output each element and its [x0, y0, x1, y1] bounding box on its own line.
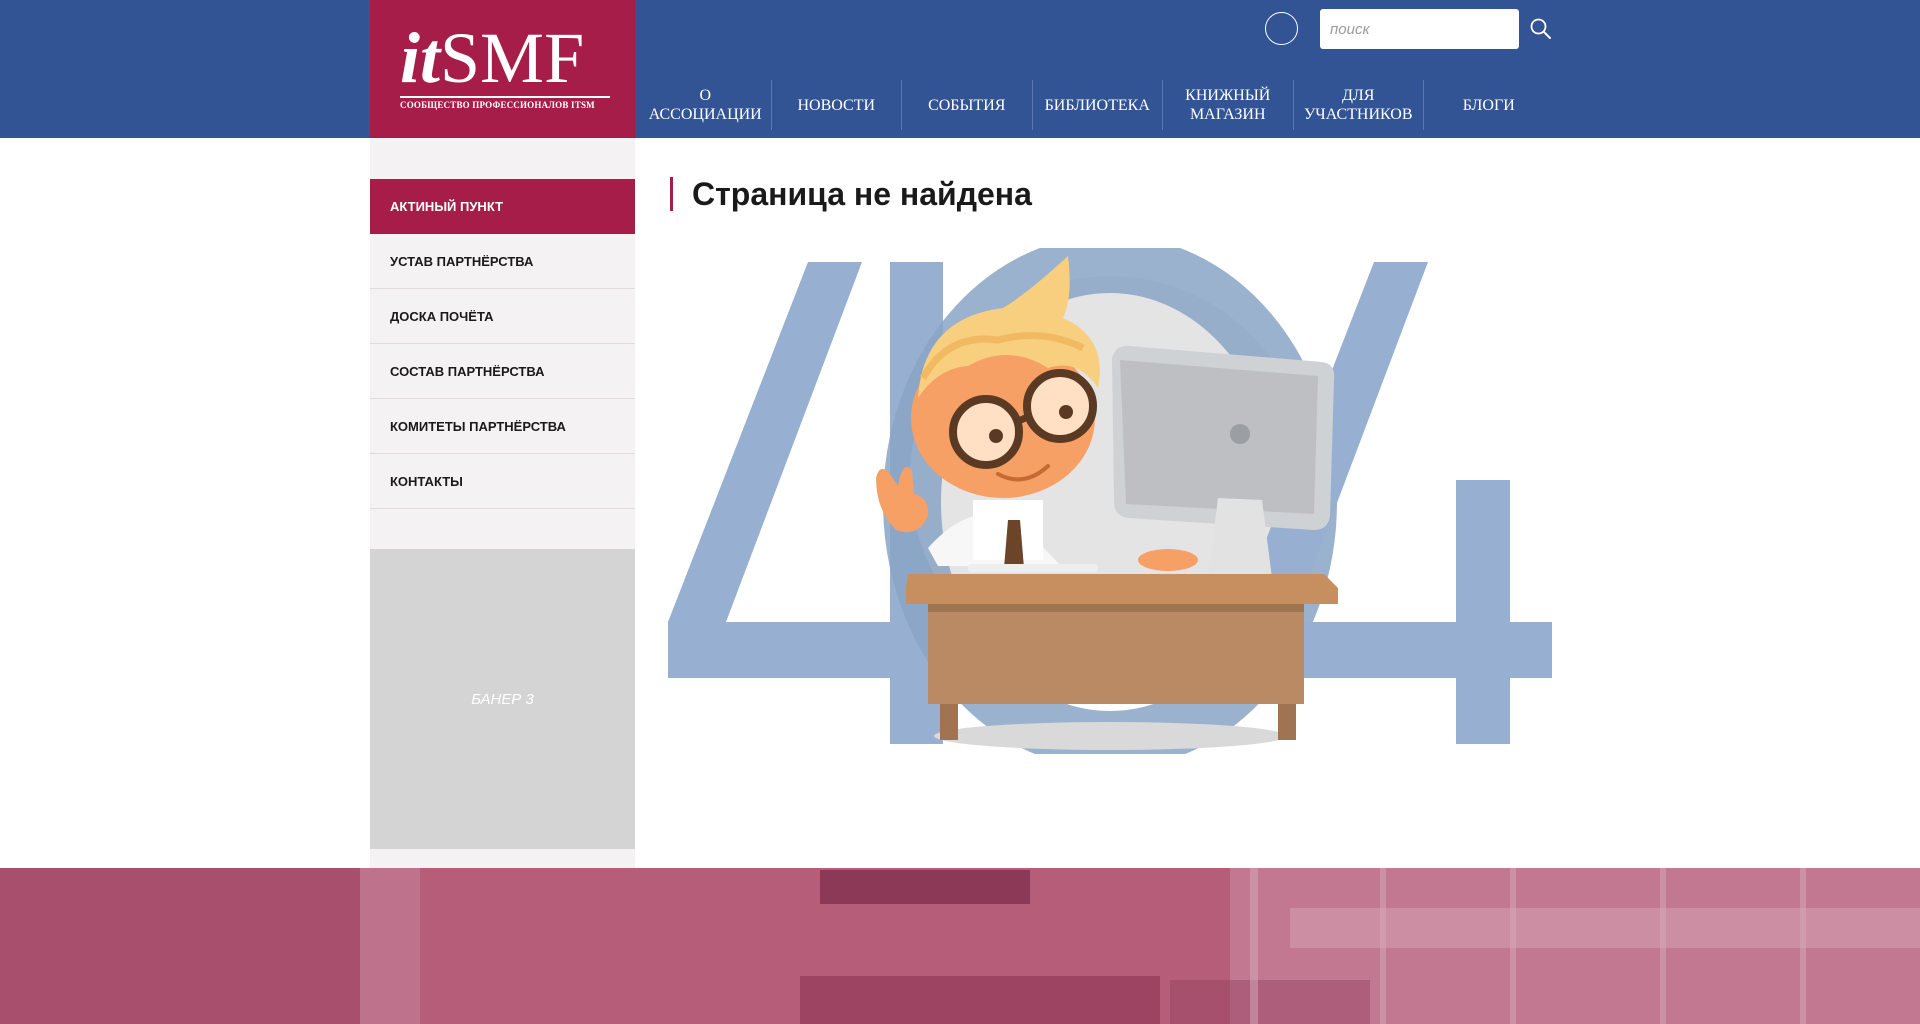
main-nav: О АССОЦИАЦИИ НОВОСТИ СОБЫТИЯ БИБЛИОТЕКА … [640, 80, 1554, 130]
sidebar-item-contacts[interactable]: КОНТАКТЫ [370, 454, 635, 509]
logo-tagline: СООБЩЕСТВО ПРОФЕССИОНАЛОВ ITSM [400, 96, 610, 110]
ad-banner[interactable]: БАНЕР 3 [370, 549, 635, 849]
sidebar-item-members[interactable]: СОСТАВ ПАРТНЁРСТВА [370, 344, 635, 399]
search-icon[interactable] [1528, 16, 1554, 42]
circle-icon[interactable] [1265, 12, 1298, 45]
nav-item-blogs[interactable]: БЛОГИ [1423, 80, 1554, 130]
sidebar-item-charter[interactable]: УСТАВ ПАРТНЁРСТВА [370, 234, 635, 289]
nav-item-members[interactable]: ДЛЯ УЧАСТНИКОВ [1292, 80, 1424, 130]
footer-photo [0, 868, 1920, 1024]
banner-label: БАНЕР 3 [471, 690, 534, 708]
nav-item-events[interactable]: СОБЫТИЯ [901, 80, 1032, 130]
search-input[interactable] [1320, 9, 1519, 49]
sidebar-item-committees[interactable]: КОМИТЕТЫ ПАРТНЁРСТВА [370, 399, 635, 454]
sidebar-item-active[interactable]: АКТИНЫЙ ПУНКТ [370, 179, 635, 234]
nav-item-about[interactable]: О АССОЦИАЦИИ [640, 80, 771, 130]
sidebar-item-honor-board[interactable]: ДОСКА ПОЧЁТА [370, 289, 635, 344]
page-title-block: Страница не найдена [670, 175, 1032, 212]
page-title: Страница не найдена [692, 175, 1032, 212]
nav-item-bookstore[interactable]: КНИЖНЫЙ МАГАЗИН [1162, 80, 1293, 130]
nav-item-library[interactable]: БИБЛИОТЕКА [1031, 80, 1163, 130]
logo-wordmark: itSMF [400, 18, 585, 98]
404-clerk-illustration [668, 235, 1552, 769]
top-header: itSMF СООБЩЕСТВО ПРОФЕССИОНАЛОВ ITSM О А… [0, 0, 1920, 138]
nav-item-news[interactable]: НОВОСТИ [770, 80, 902, 130]
site-logo[interactable]: itSMF СООБЩЕСТВО ПРОФЕССИОНАЛОВ ITSM [370, 0, 635, 138]
